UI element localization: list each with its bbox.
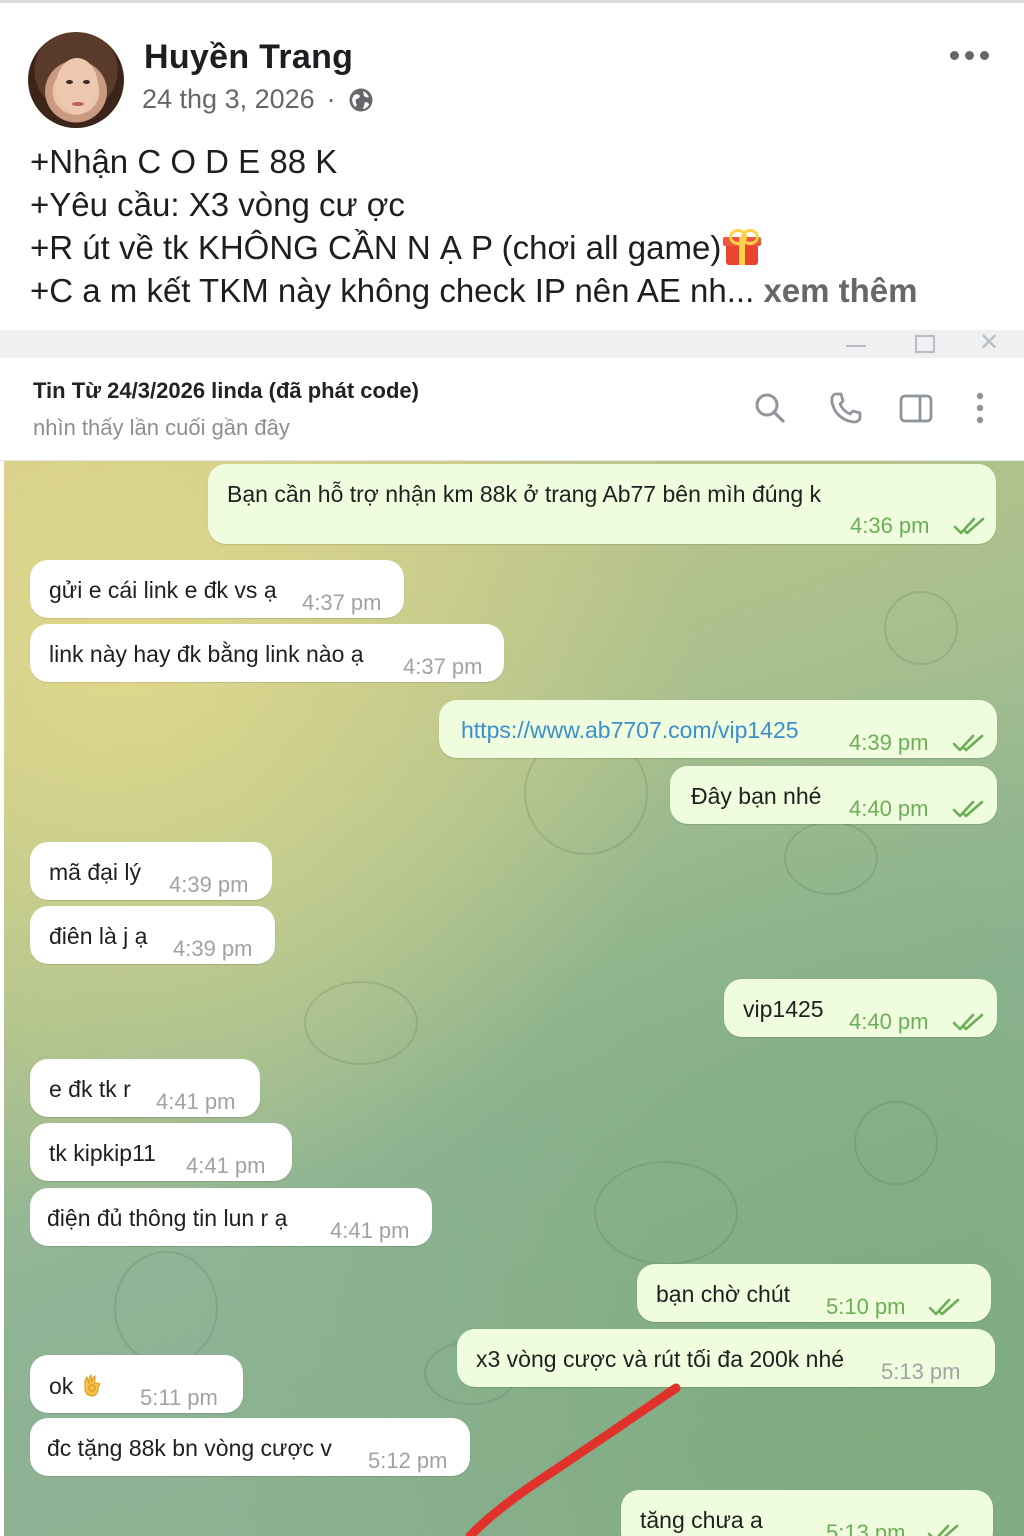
post-line: +Yêu cầu: X3 vòng cư ợc: [30, 186, 405, 223]
globe-icon[interactable]: [348, 87, 374, 113]
phone-icon[interactable]: [828, 390, 864, 426]
message-in[interactable]: đc tặng 88k bn vòng cược v 5:12 pm: [30, 1418, 470, 1476]
post-body: +Nhận C O D E 88 K +Yêu cầu: X3 vòng cư …: [30, 140, 1010, 312]
message-text: bạn chờ chút: [656, 1281, 791, 1307]
message-time: 4:39 pm: [173, 936, 253, 961]
avatar-eye: [83, 80, 90, 84]
message-time: 4:37 pm: [302, 590, 382, 615]
message-text: điện đủ thông tin lun r ạ: [47, 1205, 288, 1231]
wallpaper-doodle: [784, 821, 878, 895]
chat-header: Tin Từ 24/3/2026 linda (đã phát code) nh…: [0, 358, 1024, 461]
message-in[interactable]: điện đủ thông tin lun r ạ 4:41 pm: [30, 1188, 432, 1246]
post-line: +C a m kết TKM này không check IP nên AE…: [30, 272, 755, 309]
message-time: 4:37 pm: [403, 654, 483, 679]
message-text: ok: [49, 1372, 105, 1400]
read-ticks-icon: [927, 1524, 959, 1536]
message-out[interactable]: vip1425 4:40 pm: [724, 979, 997, 1037]
message-time: 4:36 pm: [850, 513, 930, 538]
post-line-3: +R út về tk KHÔNG CẦN N Ạ P (chơi all ga…: [30, 226, 1010, 269]
see-more-link[interactable]: xem thêm: [763, 272, 917, 309]
top-divider: [0, 0, 1024, 3]
message-time: 4:39 pm: [169, 872, 249, 897]
chat-status: nhìn thấy lần cuối gần đây: [33, 415, 290, 440]
message-in[interactable]: tk kipkip11 4:41 pm: [30, 1123, 292, 1181]
message-time: 5:12 pm: [368, 1448, 448, 1473]
read-ticks-icon: [952, 800, 984, 818]
chat-screenshot: ✕ Tin Từ 24/3/2026 linda (đã phát code) …: [0, 330, 1024, 1536]
message-text: x3 vòng cược và rút tối đa 200k nhé: [476, 1346, 845, 1372]
message-time: 4:41 pm: [156, 1089, 236, 1114]
message-text: ok: [49, 1373, 74, 1399]
kebab-menu-icon[interactable]: [962, 390, 998, 426]
message-text: tăng chưa a: [640, 1507, 763, 1533]
message-out[interactable]: x3 vòng cược và rút tối đa 200k nhé 5:13…: [457, 1329, 995, 1387]
gift-emoji-icon: [723, 229, 762, 265]
message-time: 4:40 pm: [849, 796, 929, 821]
chat-title[interactable]: Tin Từ 24/3/2026 linda (đã phát code): [33, 378, 419, 404]
message-text: Đây bạn nhé: [691, 783, 822, 809]
message-in[interactable]: gửi e cái link e đk vs ạ 4:37 pm: [30, 560, 404, 618]
message-time: 5:10 pm: [826, 1294, 906, 1319]
post-line-4: +C a m kết TKM này không check IP nên AE…: [30, 269, 1010, 312]
message-time: 4:41 pm: [186, 1153, 266, 1178]
author-name[interactable]: Huyền Trang: [144, 38, 353, 77]
message-time: 5:13 pm: [826, 1520, 906, 1536]
message-out[interactable]: tăng chưa a 5:13 pm: [621, 1490, 993, 1536]
maximize-button[interactable]: [912, 332, 936, 354]
ok-hand-emoji-icon: [84, 1373, 102, 1397]
message-text: mã đại lý: [49, 859, 142, 885]
message-out[interactable]: https://www.ab7707.com/vip1425 4:39 pm: [439, 700, 997, 758]
message-out[interactable]: bạn chờ chút 5:10 pm: [637, 1264, 991, 1322]
message-out[interactable]: Đây bạn nhé 4:40 pm: [670, 766, 997, 824]
message-text: đc tặng 88k bn vòng cược v: [47, 1435, 332, 1461]
message-text: vip1425: [743, 996, 824, 1022]
post-line: +Nhận C O D E 88 K: [30, 143, 338, 180]
wallpaper-doodle: [594, 1161, 738, 1265]
wallpaper-doodle: [854, 1101, 938, 1185]
read-ticks-icon: [953, 517, 985, 535]
read-ticks-icon: [952, 734, 984, 752]
close-icon[interactable]: ✕: [977, 331, 1001, 355]
search-icon[interactable]: [752, 390, 788, 426]
message-in[interactable]: điên là j ạ 4:39 pm: [30, 906, 275, 964]
message-time: 5:11 pm: [140, 1385, 218, 1410]
message-time: 4:41 pm: [330, 1218, 410, 1243]
message-in[interactable]: mã đại lý 4:39 pm: [30, 842, 272, 900]
message-text: gửi e cái link e đk vs ạ: [49, 577, 277, 603]
message-time: 5:13 pm: [881, 1359, 961, 1384]
message-time: 4:40 pm: [849, 1009, 929, 1034]
message-in[interactable]: link này hay đk bằng link nào ạ 4:37 pm: [30, 624, 504, 682]
wallpaper-doodle: [114, 1251, 218, 1365]
avatar-lips: [72, 102, 84, 106]
message-text: tk kipkip11: [49, 1140, 156, 1166]
message-link[interactable]: https://www.ab7707.com/vip1425: [461, 717, 799, 744]
message-text: link này hay đk bằng link nào ạ: [49, 641, 364, 667]
read-ticks-icon: [952, 1013, 984, 1031]
message-in[interactable]: e đk tk r 4:41 pm: [30, 1059, 260, 1117]
minimize-button[interactable]: [844, 332, 868, 354]
message-text: Bạn cần hỗ trợ nhận km 88k ở trang Ab77 …: [227, 481, 822, 507]
post-date[interactable]: 24 thg 3, 2026: [142, 84, 315, 115]
avatar-eye: [66, 80, 73, 84]
more-options-icon[interactable]: [950, 46, 990, 64]
post-line: +R út về tk KHÔNG CẦN N Ạ P (chơi all ga…: [30, 229, 722, 266]
meta-separator: ·: [326, 84, 336, 114]
read-ticks-icon: [928, 1298, 960, 1316]
author-avatar[interactable]: [28, 32, 124, 128]
sidebar-toggle-icon[interactable]: [898, 390, 934, 426]
wallpaper-doodle: [304, 981, 418, 1065]
message-time: 4:39 pm: [849, 730, 929, 755]
wallpaper-doodle: [884, 591, 958, 665]
message-in[interactable]: ok 5:11 pm: [30, 1355, 243, 1413]
message-text: e đk tk r: [49, 1076, 131, 1102]
message-text: điên là j ạ: [49, 923, 148, 949]
message-out[interactable]: Bạn cần hỗ trợ nhận km 88k ở trang Ab77 …: [208, 464, 996, 544]
window-titlebar: ✕: [0, 330, 1024, 358]
post-meta: 24 thg 3, 2026 ·: [142, 84, 374, 115]
